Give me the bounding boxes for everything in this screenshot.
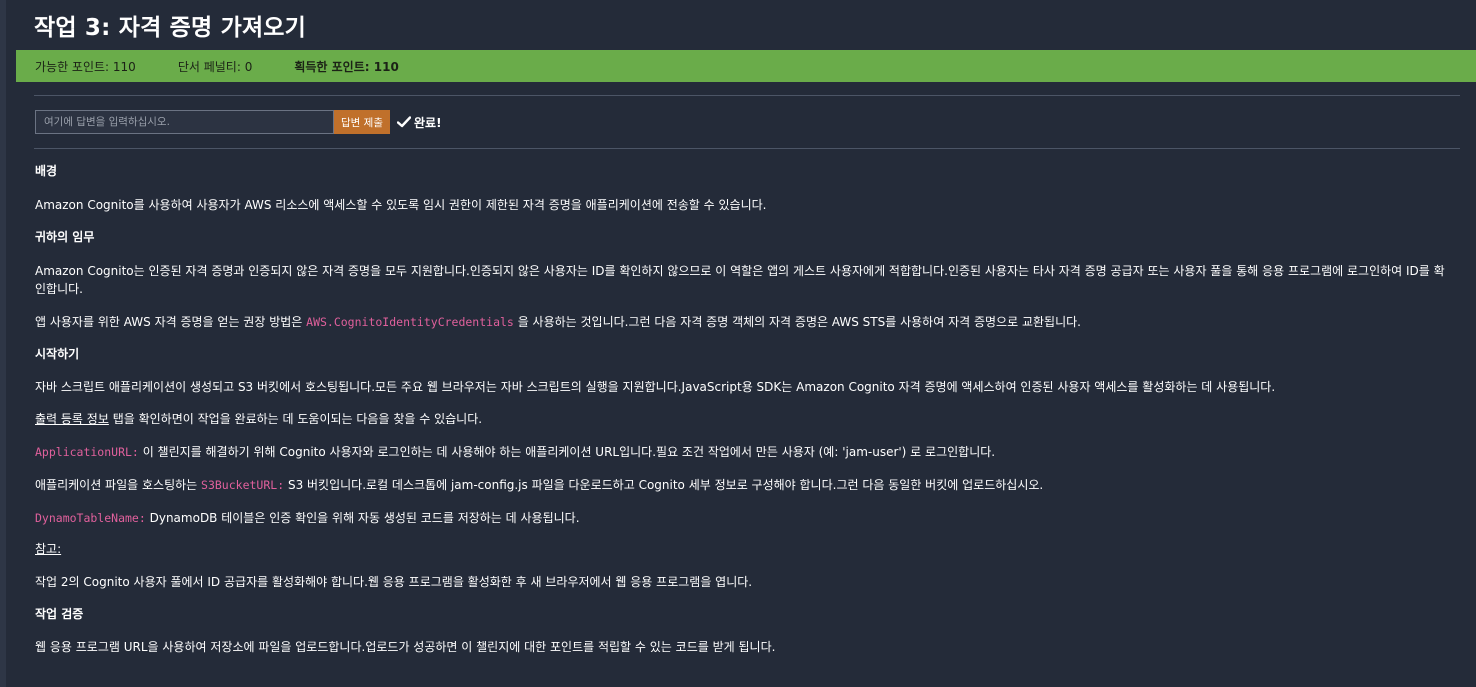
mission-heading: 귀하의 임무 xyxy=(35,230,95,244)
recommend-paragraph: 앱 사용자를 위한 AWS 자격 증명을 얻는 권장 방법은 AWS.Cogni… xyxy=(35,313,1455,331)
mission-text: Amazon Cognito는 인증된 자격 증명과 인증되지 않은 자격 증명… xyxy=(35,264,1445,296)
submit-answer-button[interactable]: 답변 제출 xyxy=(334,110,390,134)
s3-text-pre: 애플리케이션 파일을 호스팅하는 xyxy=(35,478,198,492)
task-title: 작업 3: 자격 증명 가져오기 xyxy=(34,15,307,41)
application-url-paragraph: ApplicationURL: 이 챌린지를 해결하기 위해 Cognito 사… xyxy=(35,443,1455,461)
recommend-text-post: 을 사용하는 것입니다.그런 다음 자격 증명 객체의 자격 증명은 AWS S… xyxy=(517,315,1081,329)
background-heading: 배경 xyxy=(35,164,58,178)
dynamo-table-name-code: DynamoTableName: xyxy=(35,511,146,525)
answer-input[interactable] xyxy=(35,110,334,134)
verify-heading: 작업 검증 xyxy=(35,607,84,621)
s3-text-post: S3 버킷입니다.로컬 데스크톱에 jam-config.js 파일을 다운로드… xyxy=(287,478,1044,492)
recommend-text-pre: 앱 사용자를 위한 AWS 자격 증명을 얻는 권장 방법은 xyxy=(35,315,303,329)
application-url-code: ApplicationURL: xyxy=(35,445,139,459)
cognito-credentials-code: AWS.CognitoIdentityCredentials xyxy=(306,315,514,329)
outputs-text: 탭을 확인하면이 작업을 완료하는 데 도움이되는 다음을 찾을 수 있습니다. xyxy=(112,412,483,426)
divider-bottom xyxy=(34,148,1460,149)
checkmark-icon xyxy=(396,116,411,128)
note-heading: 참고: xyxy=(35,542,62,556)
dynamo-paragraph: DynamoTableName: DynamoDB 테이블은 인증 확인을 위해… xyxy=(35,509,1455,527)
outputs-paragraph: 출력 등록 정보 탭을 확인하면이 작업을 완료하는 데 도움이되는 다음을 찾… xyxy=(35,410,1455,428)
completed-label: 완료! xyxy=(413,115,442,130)
background-text: Amazon Cognito를 사용하여 사용자가 AWS 리소스에 액세스할 … xyxy=(35,198,767,212)
s3-bucket-url-code: S3BucketURL: xyxy=(201,478,285,492)
verify-text: 웹 응용 프로그램 URL을 사용하여 저장소에 파일을 업로드합니다.업로드가… xyxy=(35,640,776,654)
answer-row: 답변 제출 완료! xyxy=(35,110,442,134)
note-text: 작업 2의 Cognito 사용자 풀에서 ID 공급자를 활성화해야 합니다.… xyxy=(35,575,753,589)
task-panel: 작업 3: 자격 증명 가져오기 가능한 포인트: 110 단서 페널티: 0 … xyxy=(0,0,1476,687)
clue-penalty: 단서 페널티: 0 xyxy=(177,59,253,74)
points-bar: 가능한 포인트: 110 단서 페널티: 0 획득한 포인트: 110 xyxy=(16,50,1476,82)
dynamo-text: DynamoDB 테이블은 인증 확인을 위해 자동 생성된 코드를 저장하는 … xyxy=(149,511,580,525)
available-points: 가능한 포인트: 110 xyxy=(35,59,136,74)
divider-top xyxy=(34,95,1460,96)
s3-bucket-paragraph: 애플리케이션 파일을 호스팅하는 S3BucketURL: S3 버킷입니다.로… xyxy=(35,476,1455,494)
start-text: 자바 스크립트 애플리케이션이 생성되고 S3 버킷에서 호스팅됩니다.모든 주… xyxy=(35,380,1276,394)
application-url-text: 이 챌린지를 해결하기 위해 Cognito 사용자와 로그인하는 데 사용해야… xyxy=(142,445,996,459)
completed-status: 완료! xyxy=(396,114,442,131)
start-heading: 시작하기 xyxy=(35,347,80,361)
outputs-link[interactable]: 출력 등록 정보 xyxy=(35,412,109,426)
earned-points: 획득한 포인트: 110 xyxy=(294,59,399,74)
